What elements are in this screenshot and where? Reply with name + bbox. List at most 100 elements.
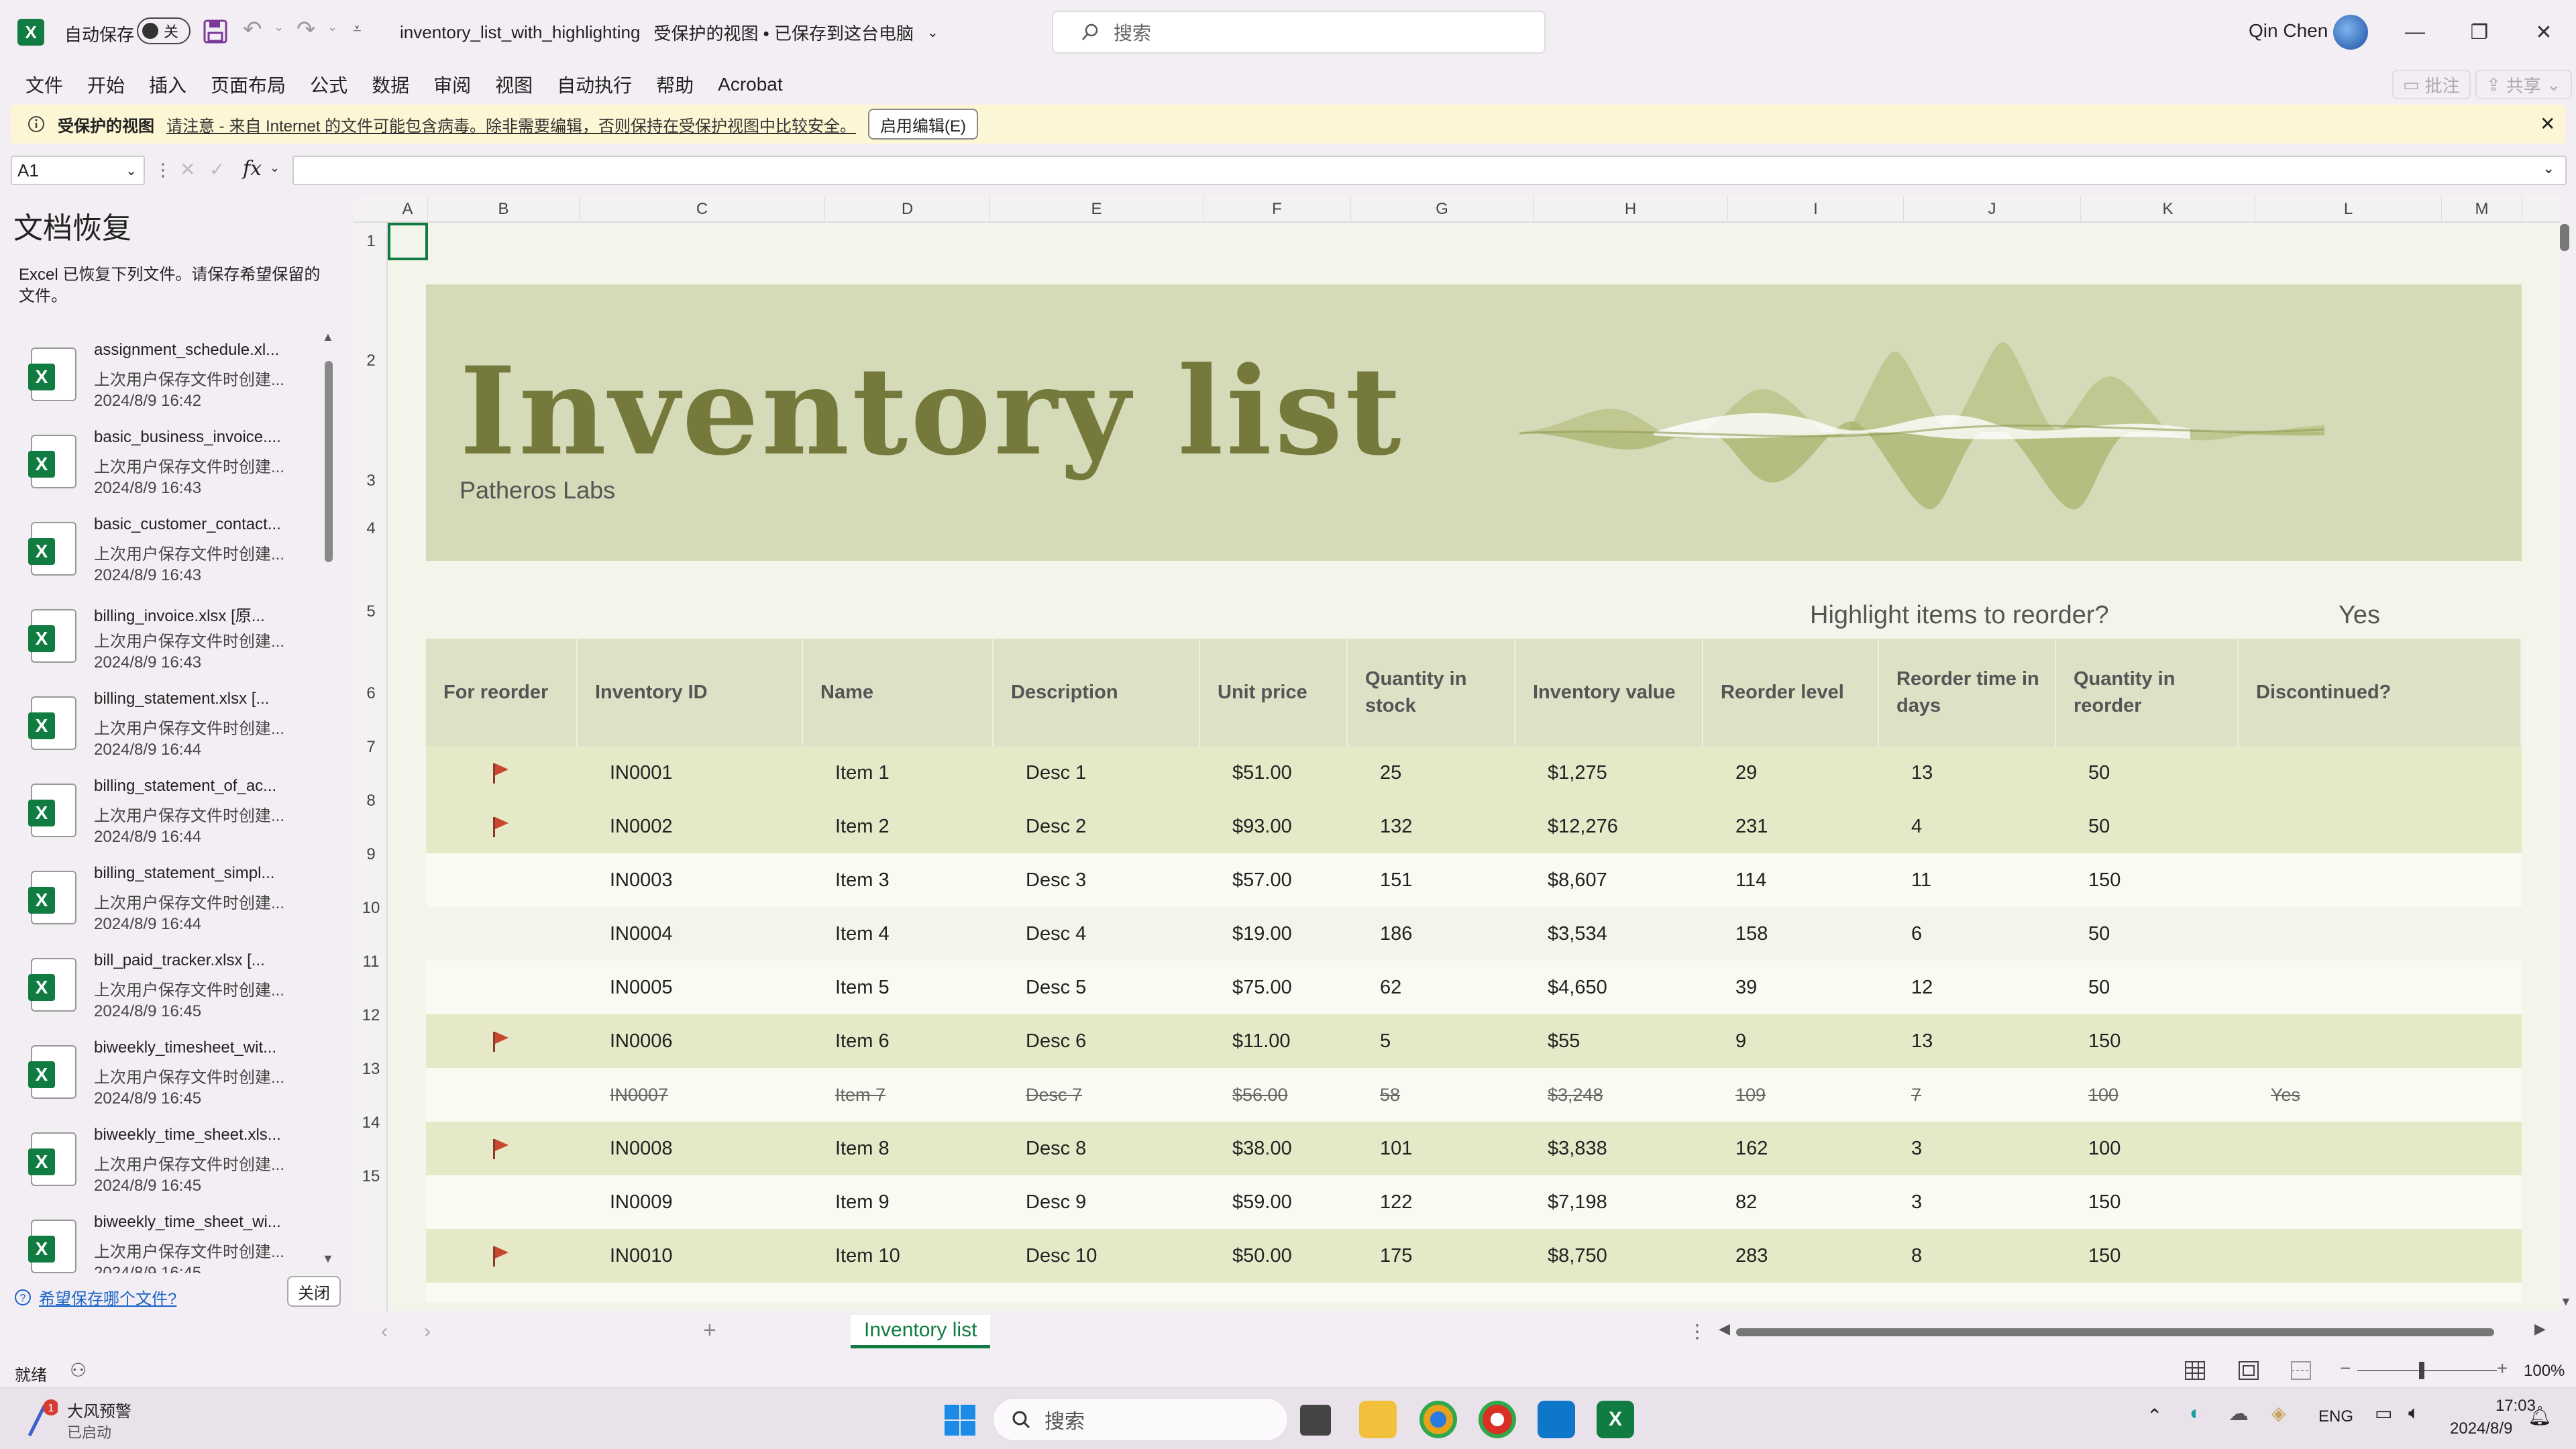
- zoom-out-icon[interactable]: −: [2340, 1358, 2351, 1379]
- page-layout-view-icon[interactable]: [2238, 1360, 2259, 1381]
- row-header-1[interactable]: 1: [354, 223, 388, 260]
- scroll-right-icon[interactable]: ▶: [2534, 1320, 2546, 1338]
- sheet-tab-inventory-list[interactable]: Inventory list: [851, 1315, 991, 1348]
- restore-icon[interactable]: ❐: [2447, 0, 2512, 64]
- row-header-3[interactable]: 3: [354, 462, 388, 500]
- column-header-g[interactable]: G: [1351, 196, 1534, 223]
- vertical-scroll-thumb[interactable]: [2560, 224, 2569, 251]
- close-window-icon[interactable]: ✕: [2512, 0, 2576, 64]
- recovery-scroll-thumb[interactable]: [325, 361, 333, 562]
- clock-date[interactable]: 2024/8/9: [2450, 1419, 2512, 1438]
- avatar[interactable]: [2333, 15, 2368, 50]
- recovery-file-item[interactable]: Xbiweekly_time_sheet_wi... 上次用户保存文件时创建...…: [27, 1213, 322, 1273]
- menu-review[interactable]: 审阅: [421, 71, 483, 98]
- column-header-a[interactable]: A: [388, 196, 428, 223]
- table-row[interactable]: IN0004 Item 4 Desc 4 $19.00 186 $3,534 158 6 50: [426, 907, 2522, 961]
- column-header-i[interactable]: I: [1728, 196, 1904, 223]
- row-header-9[interactable]: 9: [354, 828, 388, 881]
- worksheet-grid[interactable]: ABCDEFGHIJKLM 1 2 3 4 5 6 7 8 9 10 11 12 13 14 15 Inve…: [354, 196, 2561, 1311]
- user-name[interactable]: Qin Chen: [2249, 20, 2328, 42]
- weather-alert-icon[interactable]: 1: [24, 1399, 59, 1440]
- recovery-file-item[interactable]: Xbasic_customer_contact... 上次用户保存文件时创建...…: [27, 515, 322, 602]
- clock-time[interactable]: 17:03: [2475, 1397, 2536, 1415]
- menu-home[interactable]: 开始: [75, 71, 137, 98]
- menu-view[interactable]: 视图: [483, 71, 545, 98]
- add-sheet-icon[interactable]: +: [703, 1318, 716, 1344]
- menu-acrobat[interactable]: Acrobat: [706, 74, 795, 95]
- weather-alert-title[interactable]: 大风预警: [67, 1398, 131, 1421]
- zoom-slider-thumb[interactable]: [2419, 1362, 2424, 1379]
- recovery-file-item[interactable]: Xbilling_statement.xlsx [... 上次用户保存文件时创建.…: [27, 690, 322, 777]
- row-header-11[interactable]: 11: [354, 935, 388, 989]
- enable-editing-button[interactable]: 启用编辑(E): [868, 109, 979, 140]
- recovery-file-item[interactable]: Xassignment_schedule.xl... 上次用户保存文件时创建...…: [27, 341, 322, 428]
- menu-formulas[interactable]: 公式: [298, 71, 360, 98]
- row-header-12[interactable]: 12: [354, 989, 388, 1042]
- menu-insert[interactable]: 插入: [137, 71, 199, 98]
- prev-sheet-icon[interactable]: ‹: [381, 1320, 388, 1343]
- table-row[interactable]: IN0003 Item 3 Desc 3 $57.00 151 $8,607 114 11 15…: [426, 853, 2522, 907]
- highlight-reorder-value[interactable]: Yes: [2339, 601, 2380, 630]
- notification-icon[interactable]: 🔔︎: [2528, 1405, 2552, 1427]
- row-header-4[interactable]: 4: [354, 500, 388, 557]
- insert-function-icon[interactable]: fx: [243, 157, 262, 180]
- chrome-icon[interactable]: [1419, 1401, 1457, 1438]
- chrome-profile-icon[interactable]: [1479, 1401, 1516, 1438]
- protected-view-message[interactable]: 请注意 - 来自 Internet 的文件可能包含病毒。除非需要编辑，否则保持在…: [166, 113, 856, 136]
- row-header-15[interactable]: 15: [354, 1150, 388, 1203]
- row-header-7[interactable]: 7: [354, 720, 388, 774]
- vertical-scrollbar[interactable]: ▲ ▼: [2557, 220, 2575, 1308]
- start-icon[interactable]: [943, 1403, 977, 1437]
- recovery-file-item[interactable]: Xbilling_invoice.xlsx [原... 上次用户保存文件时创建..…: [27, 602, 322, 690]
- row-header-5[interactable]: 5: [354, 557, 388, 667]
- edge-tray-icon[interactable]: ◐: [2190, 1402, 2202, 1425]
- column-header-l[interactable]: L: [2255, 196, 2442, 223]
- autosave-toggle[interactable]: 关: [137, 17, 191, 44]
- row-header-8[interactable]: 8: [354, 774, 388, 828]
- chevron-down-icon[interactable]: ⌄: [270, 161, 280, 175]
- column-header-k[interactable]: K: [2081, 196, 2255, 223]
- table-row[interactable]: IN0002 Item 2 Desc 2 $93.00 132 $12,276 231 4 50: [426, 800, 2522, 853]
- column-header-h[interactable]: H: [1534, 196, 1728, 223]
- horizontal-scroll-thumb[interactable]: [1736, 1328, 2494, 1336]
- formula-input[interactable]: [292, 156, 2567, 185]
- menu-help[interactable]: 帮助: [644, 71, 706, 98]
- undo-icon[interactable]: ↶: [243, 16, 262, 43]
- redo-icon[interactable]: ↷: [297, 16, 316, 43]
- table-row[interactable]: IN0006 Item 6 Desc 6 $11.00 5 $55 9 13 150: [426, 1014, 2522, 1068]
- vscode-icon[interactable]: [1538, 1401, 1575, 1438]
- column-header-b[interactable]: B: [428, 196, 580, 223]
- zoom-in-icon[interactable]: +: [2497, 1358, 2508, 1379]
- column-header-c[interactable]: C: [580, 196, 825, 223]
- recovery-file-item[interactable]: Xbiweekly_timesheet_wit... 上次用户保存文件时创建...…: [27, 1038, 322, 1126]
- comments-button[interactable]: ▭ 批注: [2392, 70, 2471, 99]
- zoom-level[interactable]: 100%: [2524, 1362, 2565, 1381]
- menu-file[interactable]: 文件: [13, 71, 75, 98]
- close-recovery-button[interactable]: 关闭: [287, 1276, 341, 1307]
- sheet-content[interactable]: Inventory list Patheros Labs Highlight i…: [388, 223, 2561, 1311]
- row-header-2[interactable]: 2: [354, 260, 388, 462]
- column-header-m[interactable]: M: [2442, 196, 2522, 223]
- undo-dropdown-icon[interactable]: ⌄: [274, 20, 284, 34]
- next-sheet-icon[interactable]: ›: [424, 1320, 431, 1343]
- column-header-f[interactable]: F: [1203, 196, 1351, 223]
- more-options-icon[interactable]: ⋮: [1688, 1320, 1707, 1342]
- table-row[interactable]: IN0001 Item 1 Desc 1 $51.00 25 $1,275 29 13 50: [426, 746, 2522, 800]
- taskbar-search[interactable]: 搜索: [993, 1398, 1288, 1441]
- document-title[interactable]: inventory_list_with_highlighting 受保护的视图 …: [400, 20, 938, 45]
- search-box[interactable]: 搜索: [1052, 11, 1546, 54]
- which-file-link[interactable]: ? 希望保存哪个文件?: [13, 1285, 176, 1309]
- recovery-file-item[interactable]: Xbiweekly_time_sheet.xls... 上次用户保存文件时创建..…: [27, 1126, 322, 1213]
- table-row[interactable]: IN0009 Item 9 Desc 9 $59.00 122 $7,198 82 3 150: [426, 1175, 2522, 1229]
- menu-page-layout[interactable]: 页面布局: [199, 71, 298, 98]
- file-explorer-icon[interactable]: [1359, 1401, 1397, 1438]
- close-icon[interactable]: ✕: [2540, 113, 2555, 135]
- save-icon[interactable]: [203, 19, 228, 44]
- share-button[interactable]: ⇪ 共享 ⌄: [2475, 70, 2572, 99]
- menu-data[interactable]: 数据: [360, 71, 421, 98]
- table-row[interactable]: IN0008 Item 8 Desc 8 $38.00 101 $3,838 162 3 100: [426, 1122, 2522, 1175]
- accessibility-icon[interactable]: ⚇: [70, 1359, 87, 1381]
- column-header-d[interactable]: D: [825, 196, 990, 223]
- network-icon[interactable]: ▭: [2375, 1402, 2392, 1424]
- scroll-left-icon[interactable]: ◀: [1719, 1320, 1730, 1338]
